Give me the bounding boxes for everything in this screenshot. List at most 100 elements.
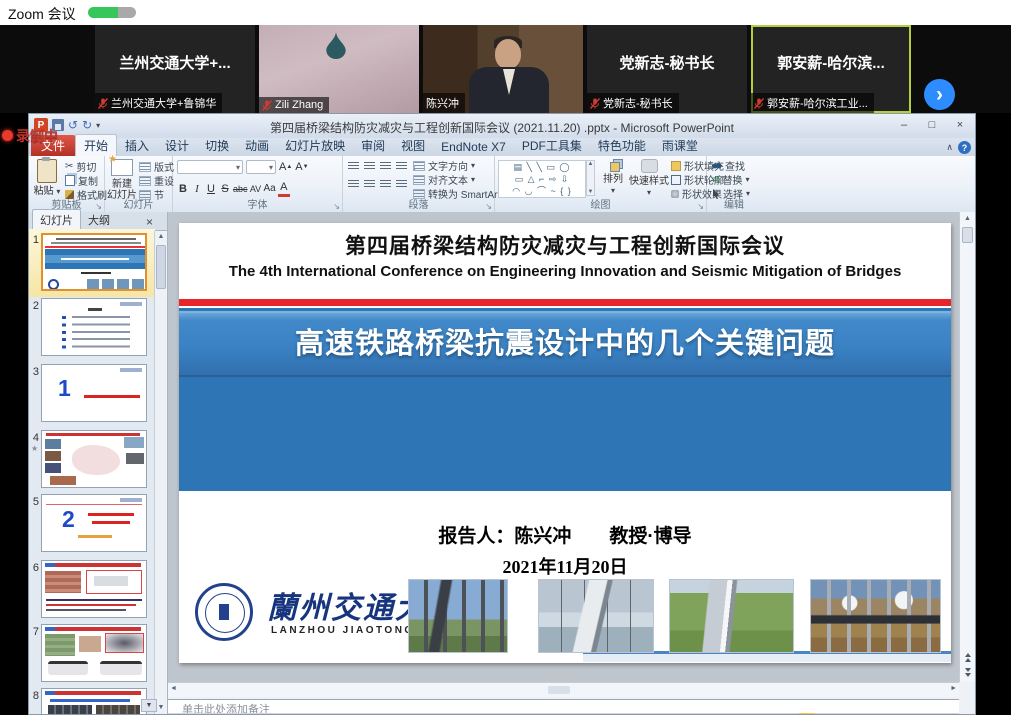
pane-close-icon[interactable]: × [146, 215, 153, 229]
help-icon[interactable]: ? [958, 141, 971, 154]
participant-tile[interactable]: 兰州交通大学+... 兰州交通大学+鲁锦华 [95, 25, 255, 113]
increase-indent-icon[interactable] [396, 162, 407, 171]
tab-special-features[interactable]: 特色功能 [590, 135, 654, 156]
slide-thumbnail-8[interactable] [41, 688, 147, 715]
slide-thumbnail-7[interactable] [41, 624, 147, 682]
previous-slide-button[interactable] [961, 650, 974, 664]
justify-icon[interactable] [396, 180, 407, 189]
tab-view[interactable]: 视图 [393, 135, 433, 156]
next-participants-button[interactable]: › [924, 79, 955, 110]
font-color-button[interactable]: A [278, 180, 290, 197]
character-spacing-button[interactable]: AV [250, 182, 262, 196]
shrink-font-button[interactable]: A▼ [295, 160, 308, 174]
notes-pane[interactable]: 单击此处添加备注 [168, 699, 959, 713]
dialog-launcher-icon[interactable]: ↘ [485, 202, 492, 211]
align-text-button[interactable]: 对齐文本▾ [413, 173, 507, 186]
dialog-launcher-icon[interactable]: ↘ [333, 202, 340, 211]
slide-thumbnail-6[interactable] [41, 560, 147, 618]
participant-tile[interactable]: 陈兴冲 [423, 25, 583, 113]
speaker-line[interactable]: 报告人：陈兴冲 教授·博导 [179, 521, 951, 548]
tab-endnote[interactable]: EndNote X7 [433, 138, 514, 156]
thumb-text-line [46, 609, 126, 611]
copy-button[interactable]: 复制 [65, 174, 107, 187]
main-vertical-scrollbar[interactable]: ▲ [959, 212, 975, 682]
scroll-right-icon[interactable]: ► [950, 685, 957, 692]
tab-slides-thumbnails[interactable]: 幻灯片 [32, 209, 81, 230]
notes-splitter-icon[interactable]: ▼ [141, 699, 157, 712]
tab-design[interactable]: 设计 [157, 135, 197, 156]
paste-button[interactable]: 粘贴 ▾ [31, 159, 63, 197]
decrease-indent-icon[interactable] [380, 162, 391, 171]
slides-pane-scrollbar[interactable]: ▲ ▼ [154, 231, 167, 715]
align-left-icon[interactable] [348, 180, 359, 189]
ribbon: 粘贴 ▾ ✂剪切 复制 格式刷 剪贴板 ↘ ★ 新建 幻灯片 版式 [29, 156, 975, 213]
font-size-combobox[interactable]: ▾ [246, 160, 276, 174]
strikethrough-button[interactable]: S [219, 182, 231, 196]
shapes-gallery[interactable]: ▤ ╲ ╲ ▭ ◯ ▭ △ ⌐ ⇨ ⇩ ◠ ◡ ⌒ ~ { } [498, 160, 586, 198]
thumb-photo [45, 571, 81, 593]
participant-tile-active-speaker[interactable]: 郭安薪-哈尔滨... 郭安薪-哈尔滨工业... [751, 25, 911, 113]
replace-button[interactable]: ⇄替换▾ [712, 173, 750, 186]
date-line[interactable]: 2021年11月20日 [179, 553, 951, 579]
bullets-icon[interactable] [348, 162, 359, 171]
tab-animations[interactable]: 动画 [237, 135, 277, 156]
zoom-toggle-pill[interactable] [88, 7, 136, 18]
bridge-photo-sea-track[interactable] [538, 579, 654, 653]
slide-thumbnail-5[interactable]: 2 [41, 494, 147, 552]
scrollbar-thumb[interactable] [548, 686, 570, 694]
align-right-icon[interactable] [380, 180, 391, 189]
scrollbar-thumb[interactable] [962, 227, 973, 243]
dialog-launcher-icon[interactable]: ↘ [697, 202, 704, 211]
participant-tile[interactable]: 党新志-秘书长 党新志-秘书长 [587, 25, 747, 113]
change-case-button[interactable]: Aa [264, 182, 276, 196]
close-button[interactable]: × [949, 117, 971, 132]
tab-home[interactable]: 开始 [75, 134, 117, 156]
conference-title-cn[interactable]: 第四届桥梁结构防灾减灾与工程创新国际会议 [179, 230, 951, 260]
bold-button[interactable]: B [177, 182, 189, 196]
slide-canvas[interactable]: 第四届桥梁结构防灾减灾与工程创新国际会议 The 4th Internation… [179, 223, 951, 663]
bridge-photo-plateau[interactable] [810, 579, 941, 653]
reset-button[interactable]: 重设 [139, 174, 174, 187]
quick-styles-button[interactable]: 快速样式 ▾ [628, 159, 670, 198]
scroll-up-icon[interactable]: ▲ [155, 231, 167, 243]
text-direction-button[interactable]: 文字方向▾ [413, 159, 507, 172]
scroll-up-icon[interactable]: ▲ [960, 212, 975, 225]
arrange-button[interactable]: 排列 ▾ [598, 159, 628, 196]
conference-title-en[interactable]: The 4th International Conference on Engi… [179, 263, 951, 280]
slide-thumbnail-4[interactable] [41, 430, 147, 488]
next-slide-button[interactable] [961, 665, 974, 679]
main-horizontal-scrollbar[interactable]: ◄ ► [168, 682, 959, 697]
numbering-icon[interactable] [364, 162, 375, 171]
bridge-photo-train[interactable] [669, 579, 794, 653]
scrollbar-thumb[interactable] [156, 245, 166, 289]
align-center-icon[interactable] [364, 180, 375, 189]
minimize-button[interactable]: – [893, 117, 915, 132]
tab-transitions[interactable]: 切换 [197, 135, 237, 156]
find-button[interactable]: 查找 [712, 159, 750, 172]
font-name-combobox[interactable]: ▾ [177, 160, 243, 174]
title-banner[interactable]: 高速铁路桥梁抗震设计中的几个关键问题 [179, 311, 951, 377]
bridge-photo-viaduct[interactable] [408, 579, 508, 653]
tab-insert[interactable]: 插入 [117, 135, 157, 156]
italic-button[interactable]: I [191, 182, 203, 196]
tab-pdf-tools[interactable]: PDF工具集 [514, 135, 590, 156]
scroll-left-icon[interactable]: ◄ [170, 685, 177, 692]
restore-button[interactable]: □ [921, 117, 943, 132]
cut-button[interactable]: ✂剪切 [65, 160, 107, 173]
tab-outline[interactable]: 大纲 [81, 210, 117, 230]
new-slide-button[interactable]: ★ 新建 幻灯片 [106, 159, 138, 201]
grow-font-button[interactable]: A▲ [279, 160, 292, 174]
shapes-gallery-scroll[interactable]: ▲ ▼ [586, 160, 595, 196]
participant-tile[interactable]: Zili Zhang [259, 25, 419, 113]
thumb-text-line [51, 242, 141, 244]
underline-button[interactable]: U [205, 182, 217, 196]
tab-slideshow[interactable]: 幻灯片放映 [277, 135, 353, 156]
minimize-ribbon-icon[interactable]: ∧ [946, 142, 953, 153]
slide-thumbnail-2[interactable] [41, 298, 147, 356]
tab-rain-classroom[interactable]: 雨课堂 [654, 135, 706, 156]
layout-button[interactable]: 版式 [139, 160, 174, 173]
clear-formatting-button[interactable]: abc [233, 182, 248, 196]
tab-review[interactable]: 审阅 [353, 135, 393, 156]
slide-thumbnail-1[interactable] [41, 233, 147, 291]
slide-thumbnail-3[interactable]: 1 [41, 364, 147, 422]
